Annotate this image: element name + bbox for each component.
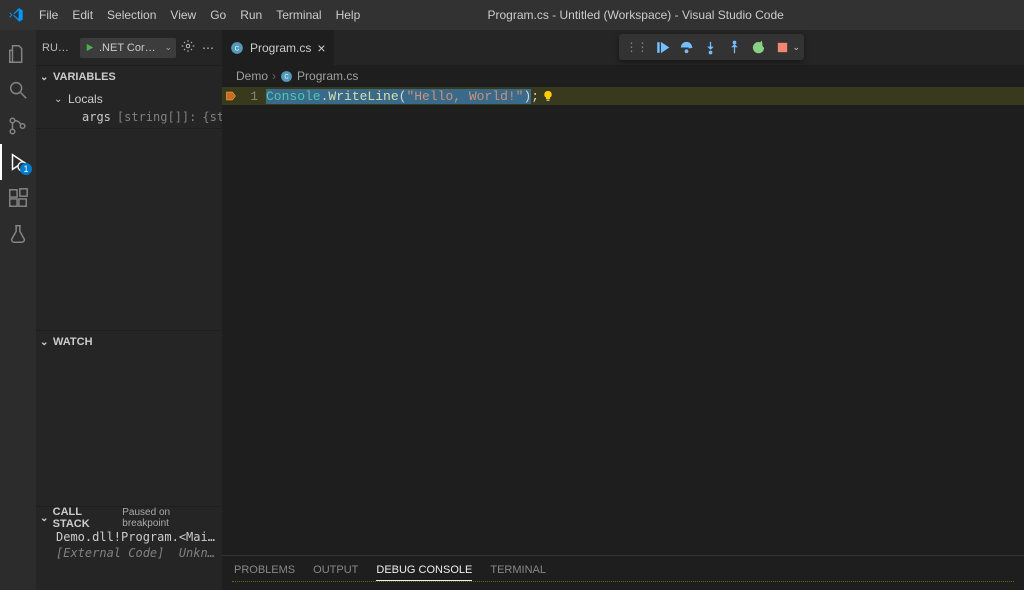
menu-edit[interactable]: Edit — [65, 0, 100, 30]
play-icon — [84, 42, 95, 53]
svg-text:C: C — [284, 74, 289, 80]
tab-terminal[interactable]: TERMINAL — [490, 560, 546, 581]
run-header: RUN … .NET Core Lau ⌄ ⋯ — [36, 30, 222, 65]
editor-tab[interactable]: C Program.cs × — [222, 30, 335, 65]
more-icon[interactable]: ⋯ — [200, 41, 216, 55]
title-bar: File Edit Selection View Go Run Terminal… — [0, 0, 1024, 30]
breadcrumb-separator: › — [272, 69, 276, 83]
close-icon[interactable]: × — [317, 40, 325, 56]
chevron-down-icon: ⌄ — [40, 337, 50, 348]
menu-file[interactable]: File — [32, 0, 65, 30]
callstack-section: ⌄ CALL STACK Paused on breakpoint Demo.d… — [36, 506, 222, 590]
testing-icon[interactable] — [0, 216, 36, 252]
variables-scope[interactable]: ⌄ Locals — [54, 90, 222, 108]
search-icon[interactable] — [0, 72, 36, 108]
window-title: Program.cs - Untitled (Workspace) - Visu… — [367, 8, 1024, 22]
step-into-button[interactable] — [699, 36, 721, 58]
drag-handle-icon[interactable]: ⋮⋮ — [623, 40, 649, 54]
extensions-icon[interactable] — [0, 180, 36, 216]
gear-icon[interactable] — [180, 39, 196, 56]
variable-row[interactable]: args [string[]]: {string[0]} — [54, 108, 222, 126]
chevron-down-icon: ⌄ — [40, 513, 50, 524]
debug-badge: 1 — [20, 163, 32, 175]
continue-button[interactable] — [651, 36, 673, 58]
source-control-icon[interactable] — [0, 108, 36, 144]
chevron-down-icon: ⌄ — [164, 42, 172, 53]
vscode-logo-icon — [8, 7, 24, 23]
variables-header[interactable]: ⌄ VARIABLES — [36, 66, 222, 88]
csharp-file-icon: C — [230, 41, 244, 55]
chevron-down-icon: ⌄ — [40, 72, 50, 83]
step-out-button[interactable] — [723, 36, 745, 58]
breakpoint-current-icon[interactable] — [222, 90, 240, 102]
menu-run[interactable]: Run — [233, 0, 269, 30]
variables-section: ⌄ VARIABLES ⌄ Locals args [string[]]: {s… — [36, 65, 222, 128]
debug-sidebar: RUN … .NET Core Lau ⌄ ⋯ ⌄ VARIABLES ⌄ — [36, 30, 222, 590]
activity-bar: 1 — [0, 30, 36, 590]
menu-help[interactable]: Help — [329, 0, 368, 30]
explorer-icon[interactable] — [0, 36, 36, 72]
config-name: .NET Core Lau — [99, 42, 160, 54]
bottom-panel: PROBLEMS OUTPUT DEBUG CONSOLE TERMINAL — [222, 555, 1024, 590]
callstack-title: CALL STACK — [53, 506, 120, 530]
breadcrumb-folder[interactable]: Demo — [236, 69, 268, 83]
panel-divider — [232, 581, 1014, 583]
tab-row: C Program.cs × ⋮⋮ — [222, 30, 1024, 65]
stack-frame[interactable]: Demo.dll!Program.<Main>$(string[ — [36, 529, 222, 545]
code-editor[interactable]: 1 Console.WriteLine("Hello, World!"); — [222, 87, 1024, 555]
editor-area: C Program.cs × ⋮⋮ — [222, 30, 1024, 590]
menu-terminal[interactable]: Terminal — [269, 0, 328, 30]
menu-go[interactable]: Go — [203, 0, 233, 30]
menu-selection[interactable]: Selection — [100, 0, 163, 30]
line-number: 1 — [240, 89, 266, 104]
code-text: Console.WriteLine("Hello, World!"); — [266, 89, 539, 104]
tab-output[interactable]: OUTPUT — [313, 560, 358, 581]
tab-problems[interactable]: PROBLEMS — [234, 560, 295, 581]
watch-section: ⌄ WATCH — [36, 330, 222, 506]
callstack-header[interactable]: ⌄ CALL STACK Paused on breakpoint — [36, 507, 222, 529]
tab-debug-console[interactable]: DEBUG CONSOLE — [376, 560, 472, 581]
code-line[interactable]: 1 Console.WriteLine("Hello, World!"); — [222, 87, 1024, 105]
variable-name: args — [82, 110, 111, 124]
debug-config-selector[interactable]: .NET Core Lau ⌄ — [80, 38, 176, 58]
variables-title: VARIABLES — [53, 71, 116, 83]
external-code-source: Unknown Sou… — [179, 546, 222, 560]
svg-text:C: C — [235, 45, 240, 52]
panel-tabs: PROBLEMS OUTPUT DEBUG CONSOLE TERMINAL — [222, 556, 1024, 581]
watch-header[interactable]: ⌄ WATCH — [36, 331, 222, 353]
run-label: RUN … — [42, 42, 76, 54]
menu-bar: File Edit Selection View Go Run Terminal… — [32, 0, 367, 30]
variable-type: [string[]]: — [117, 110, 196, 124]
watch-title: WATCH — [53, 336, 93, 348]
scope-name: Locals — [68, 92, 103, 106]
breadcrumb[interactable]: Demo › C Program.cs — [222, 65, 1024, 87]
external-code-label: [External Code] — [56, 546, 164, 560]
debug-toolbar: ⋮⋮ ⌄ — [619, 34, 804, 60]
paused-label: Paused on breakpoint — [122, 507, 216, 529]
tab-filename: Program.cs — [250, 41, 311, 55]
stack-frame-external[interactable]: [External Code] Unknown Sou… — [36, 545, 222, 561]
run-debug-icon[interactable]: 1 — [0, 144, 36, 180]
breadcrumb-file[interactable]: Program.cs — [297, 69, 358, 83]
step-over-button[interactable] — [675, 36, 697, 58]
lightbulb-icon[interactable] — [541, 89, 555, 103]
restart-button[interactable] — [747, 36, 769, 58]
menu-view[interactable]: View — [163, 0, 203, 30]
csharp-file-icon: C — [280, 70, 293, 83]
chevron-down-icon: ⌄ — [54, 94, 64, 105]
stop-button[interactable] — [771, 36, 793, 58]
chevron-down-icon[interactable]: ⌄ — [792, 42, 800, 53]
variables-spacer — [36, 128, 222, 330]
